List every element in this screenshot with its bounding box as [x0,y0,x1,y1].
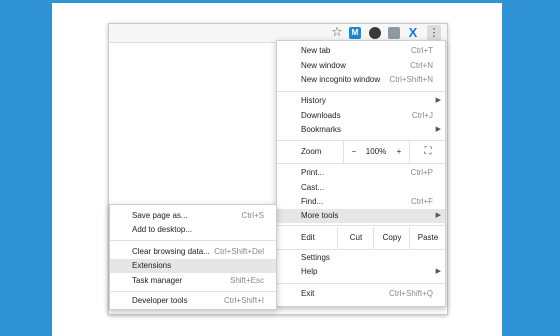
bookmark-star-icon[interactable]: ☆ [330,25,344,39]
menu-item-help[interactable]: Help ▶ [277,265,445,279]
zoom-in-button[interactable]: + [389,141,409,163]
submenu-item-label: Add to desktop... [132,225,193,234]
copy-button[interactable]: Copy [373,227,410,249]
menu-separator [277,249,445,250]
menu-separator [277,91,445,92]
menu-item-new-window[interactable]: New window Ctrl+N [277,59,445,73]
menu-item-bookmarks[interactable]: Bookmarks ▶ [277,123,445,137]
extension-dark-icon[interactable] [369,27,381,39]
submenu-item-label: Extensions [132,261,172,270]
chrome-main-menu: New tab Ctrl+T New window Ctrl+N New inc… [276,40,446,307]
menu-zoom-row: Zoom − 100% + ⛶ [277,141,445,163]
submenu-separator [110,291,276,292]
submenu-item-shortcut: Ctrl+Shift+I [223,296,264,305]
menu-item-shortcut: Ctrl+Shift+N [389,75,433,84]
menu-item-shortcut: Ctrl+P [410,168,433,177]
submenu-item-label: Developer tools [132,296,188,305]
submenu-arrow-icon: ▶ [435,212,441,219]
submenu-item-add-desktop[interactable]: Add to desktop... [110,223,276,237]
submenu-arrow-icon: ▶ [435,268,441,275]
extension-x-icon[interactable]: X [407,26,419,39]
menu-item-print[interactable]: Print... Ctrl+P [277,166,445,180]
menu-edit-row: Edit Cut Copy Paste [277,227,445,249]
menu-item-settings[interactable]: Settings [277,251,445,265]
submenu-item-label: Save page as... [132,211,188,220]
extension-m-icon[interactable]: M [349,27,361,39]
menu-item-label: Bookmarks [301,125,342,134]
menu-separator [277,163,445,164]
menu-item-label: Print... [301,168,325,177]
cut-button[interactable]: Cut [337,227,374,249]
menu-item-find[interactable]: Find... Ctrl+F [277,195,445,209]
submenu-item-shortcut: Shift+Esc [229,276,264,285]
menu-separator [277,225,445,226]
submenu-item-label: Task manager [132,276,183,285]
menu-item-history[interactable]: History ▶ [277,94,445,108]
menu-item-label: Downloads [301,111,341,120]
zoom-label: Zoom [301,147,322,156]
menu-item-shortcut: Ctrl+F [411,197,433,206]
menu-item-shortcut: Ctrl+T [411,46,433,55]
zoom-level: 100% [365,147,387,156]
fullscreen-icon[interactable]: ⛶ [409,141,446,163]
zoom-out-button[interactable]: − [343,141,364,163]
menu-item-new-incognito[interactable]: New incognito window Ctrl+Shift+N [277,73,445,87]
submenu-separator [110,240,276,241]
menu-item-label: History [301,96,326,105]
paste-button[interactable]: Paste [409,227,446,249]
menu-item-exit[interactable]: Exit Ctrl+Shift+Q [277,287,445,301]
menu-item-label: New tab [301,46,331,55]
menu-item-label: Cast... [301,183,325,192]
submenu-arrow-icon: ▶ [435,97,441,104]
menu-item-downloads[interactable]: Downloads Ctrl+J [277,109,445,123]
menu-item-label: More tools [301,211,339,220]
menu-item-label: Help [301,267,318,276]
menu-item-shortcut: Ctrl+Shift+Q [388,289,433,298]
menu-item-more-tools[interactable]: More tools ▶ [277,209,445,223]
submenu-item-shortcut: Ctrl+Shift+Del [214,247,264,256]
menu-item-new-tab[interactable]: New tab Ctrl+T [277,44,445,58]
extension-gray-icon[interactable] [388,27,400,39]
menu-item-cast[interactable]: Cast... [277,181,445,195]
submenu-arrow-icon: ▶ [435,126,441,133]
submenu-item-shortcut: Ctrl+S [241,211,264,220]
menu-item-label: Find... [301,197,324,206]
menu-item-label: New window [301,61,346,70]
submenu-item-developer-tools[interactable]: Developer tools Ctrl+Shift+I [110,294,276,308]
menu-item-label: Settings [301,253,330,262]
more-tools-submenu: Save page as... Ctrl+S Add to desktop...… [109,204,277,310]
submenu-item-clear-browsing[interactable]: Clear browsing data... Ctrl+Shift+Del [110,245,276,259]
submenu-item-task-manager[interactable]: Task manager Shift+Esc [110,274,276,288]
submenu-item-label: Clear browsing data... [132,247,210,256]
submenu-item-save-page[interactable]: Save page as... Ctrl+S [110,209,276,223]
submenu-item-extensions[interactable]: Extensions [110,259,276,273]
edit-label: Edit [301,233,315,242]
menu-item-shortcut: Ctrl+N [410,61,433,70]
kebab-menu-icon[interactable]: ⋮ [427,25,441,41]
menu-item-shortcut: Ctrl+J [411,111,433,120]
menu-item-label: New incognito window [301,75,381,84]
menu-separator [277,283,445,284]
menu-item-label: Exit [301,289,315,298]
